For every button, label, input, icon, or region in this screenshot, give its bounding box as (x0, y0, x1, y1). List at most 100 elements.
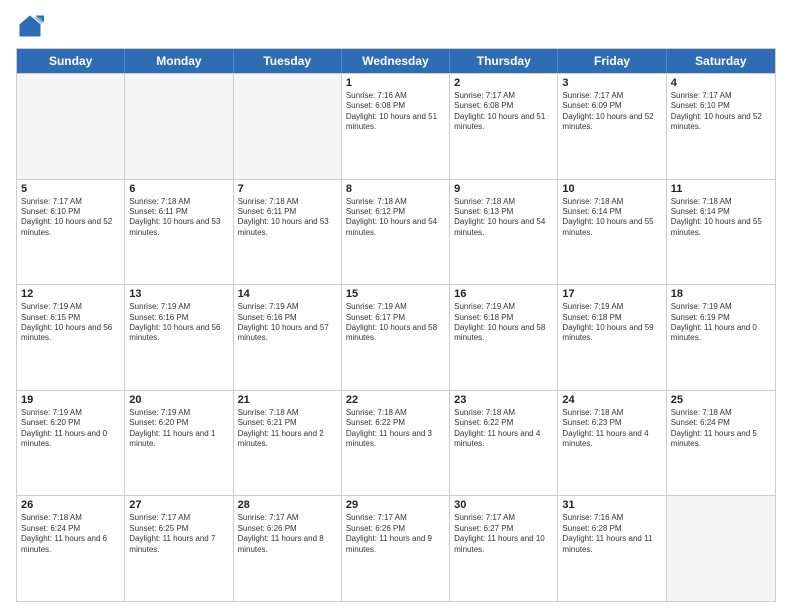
sunrise-text: Sunrise: 7:19 AM (238, 302, 337, 312)
daylight-text: Daylight: 10 hours and 52 minutes. (671, 112, 771, 133)
day-number: 13 (129, 288, 228, 300)
daylight-text: Daylight: 11 hours and 6 minutes. (21, 534, 120, 555)
day-number: 24 (562, 394, 661, 406)
day-number: 2 (454, 77, 553, 89)
day-number: 17 (562, 288, 661, 300)
day-number: 10 (562, 183, 661, 195)
page: SundayMondayTuesdayWednesdayThursdayFrid… (0, 0, 792, 612)
calendar-cell: 2Sunrise: 7:17 AMSunset: 6:08 PMDaylight… (450, 74, 558, 179)
sunset-text: Sunset: 6:16 PM (129, 313, 228, 323)
daylight-text: Daylight: 11 hours and 4 minutes. (562, 429, 661, 450)
calendar-cell: 19Sunrise: 7:19 AMSunset: 6:20 PMDayligh… (17, 391, 125, 496)
sunset-text: Sunset: 6:22 PM (454, 418, 553, 428)
daylight-text: Daylight: 10 hours and 54 minutes. (454, 217, 553, 238)
daylight-text: Daylight: 10 hours and 55 minutes. (562, 217, 661, 238)
logo-icon (16, 12, 44, 40)
calendar-week-5: 26Sunrise: 7:18 AMSunset: 6:24 PMDayligh… (17, 495, 775, 601)
sunrise-text: Sunrise: 7:19 AM (671, 302, 771, 312)
day-number: 15 (346, 288, 445, 300)
calendar-cell: 26 Sunrise: 7:18 AMSunset: 6:24 PMDayligh… (17, 496, 125, 601)
day-number: 14 (238, 288, 337, 300)
day-number: 27 (129, 499, 228, 511)
calendar-cell: 11Sunrise: 7:18 AMSunset: 6:14 PMDayligh… (667, 180, 775, 285)
calendar-week-4: 19Sunrise: 7:19 AMSunset: 6:20 PMDayligh… (17, 390, 775, 496)
daylight-text: Daylight: 11 hours and 9 minutes. (346, 534, 445, 555)
sunrise-text: Sunrise: 7:18 AM (454, 197, 553, 207)
daylight-text: Daylight: 10 hours and 52 minutes. (21, 217, 120, 238)
sunset-text: Sunset: 6:22 PM (346, 418, 445, 428)
sunset-text: Sunset: 6:26 PM (346, 524, 445, 534)
sunrise-text: Sunrise: 7:18 AM (238, 197, 337, 207)
calendar-week-3: 12Sunrise: 7:19 AMSunset: 6:15 PMDayligh… (17, 284, 775, 390)
weekday-header-sunday: Sunday (17, 49, 125, 73)
day-number: 11 (671, 183, 771, 195)
sunrise-text: Sunrise: 7:18 AM (238, 408, 337, 418)
calendar-cell: 25Sunrise: 7:18 AMSunset: 6:24 PMDayligh… (667, 391, 775, 496)
calendar-cell: 10Sunrise: 7:18 AMSunset: 6:14 PMDayligh… (558, 180, 666, 285)
sunrise-text: Sunrise: 7:19 AM (21, 302, 120, 312)
sunrise-text: Sunrise: 7:18 AM (21, 513, 120, 523)
daylight-text: Daylight: 11 hours and 3 minutes. (346, 429, 445, 450)
sunset-text: Sunset: 6:28 PM (562, 524, 661, 534)
calendar-cell: 23Sunrise: 7:18 AMSunset: 6:22 PMDayligh… (450, 391, 558, 496)
calendar-cell: 7Sunrise: 7:18 AMSunset: 6:11 PMDaylight… (234, 180, 342, 285)
sunset-text: Sunset: 6:24 PM (21, 524, 120, 534)
day-number: 21 (238, 394, 337, 406)
calendar-cell: 22 Sunrise: 7:18 AMSunset: 6:22 PMDayligh… (342, 391, 450, 496)
sunrise-text: Sunrise: 7:17 AM (562, 91, 661, 101)
sunrise-text: Sunrise: 7:18 AM (562, 408, 661, 418)
sunrise-text: Sunrise: 7:17 AM (21, 197, 120, 207)
day-number: 16 (454, 288, 553, 300)
sunset-text: Sunset: 6:24 PM (671, 418, 771, 428)
day-number: 3 (562, 77, 661, 89)
calendar-cell: 8Sunrise: 7:18 AMSunset: 6:12 PMDaylight… (342, 180, 450, 285)
daylight-text: Daylight: 11 hours and 4 minutes. (454, 429, 553, 450)
day-number: 7 (238, 183, 337, 195)
sunrise-text: Sunrise: 7:17 AM (454, 91, 553, 101)
sunrise-text: Sunrise: 7:18 AM (346, 408, 445, 418)
sunrise-text: Sunrise: 7:17 AM (129, 513, 228, 523)
daylight-text: Daylight: 11 hours and 1 minute. (129, 429, 228, 450)
sunset-text: Sunset: 6:09 PM (562, 101, 661, 111)
calendar-cell: 30Sunrise: 7:17 AMSunset: 6:27 PMDayligh… (450, 496, 558, 601)
logo (16, 12, 48, 40)
daylight-text: Daylight: 10 hours and 53 minutes. (238, 217, 337, 238)
sunset-text: Sunset: 6:18 PM (562, 313, 661, 323)
calendar-cell: 28Sunrise: 7:17 AMSunset: 6:26 PMDayligh… (234, 496, 342, 601)
calendar-cell: 13Sunrise: 7:19 AMSunset: 6:16 PMDayligh… (125, 285, 233, 390)
daylight-text: Daylight: 11 hours and 8 minutes. (238, 534, 337, 555)
weekday-header-saturday: Saturday (667, 49, 775, 73)
calendar-cell: 1Sunrise: 7:16 AMSunset: 6:08 PMDaylight… (342, 74, 450, 179)
sunset-text: Sunset: 6:11 PM (129, 207, 228, 217)
day-number: 9 (454, 183, 553, 195)
daylight-text: Daylight: 11 hours and 2 minutes. (238, 429, 337, 450)
calendar-cell: 27Sunrise: 7:17 AMSunset: 6:25 PMDayligh… (125, 496, 233, 601)
weekday-header-thursday: Thursday (450, 49, 558, 73)
day-number: 26 (21, 499, 120, 511)
calendar-cell: 9Sunrise: 7:18 AMSunset: 6:13 PMDaylight… (450, 180, 558, 285)
sunset-text: Sunset: 6:21 PM (238, 418, 337, 428)
day-number: 30 (454, 499, 553, 511)
calendar-body: 1Sunrise: 7:16 AMSunset: 6:08 PMDaylight… (17, 73, 775, 601)
sunrise-text: Sunrise: 7:18 AM (129, 197, 228, 207)
day-number: 22 (346, 394, 445, 406)
day-number: 8 (346, 183, 445, 195)
weekday-header-tuesday: Tuesday (234, 49, 342, 73)
sunset-text: Sunset: 6:12 PM (346, 207, 445, 217)
weekday-header-monday: Monday (125, 49, 233, 73)
sunrise-text: Sunrise: 7:16 AM (346, 91, 445, 101)
daylight-text: Daylight: 10 hours and 54 minutes. (346, 217, 445, 238)
calendar-cell: 6Sunrise: 7:18 AMSunset: 6:11 PMDaylight… (125, 180, 233, 285)
calendar-week-1: 1Sunrise: 7:16 AMSunset: 6:08 PMDaylight… (17, 73, 775, 179)
calendar-cell (234, 74, 342, 179)
sunrise-text: Sunrise: 7:19 AM (562, 302, 661, 312)
sunset-text: Sunset: 6:20 PM (129, 418, 228, 428)
daylight-text: Daylight: 11 hours and 11 minutes. (562, 534, 661, 555)
sunset-text: Sunset: 6:23 PM (562, 418, 661, 428)
day-number: 18 (671, 288, 771, 300)
sunrise-text: Sunrise: 7:17 AM (346, 513, 445, 523)
calendar-cell (17, 74, 125, 179)
calendar-cell: 21 Sunrise: 7:18 AMSunset: 6:21 PMDayligh… (234, 391, 342, 496)
sunset-text: Sunset: 6:18 PM (454, 313, 553, 323)
daylight-text: Daylight: 10 hours and 58 minutes. (454, 323, 553, 344)
